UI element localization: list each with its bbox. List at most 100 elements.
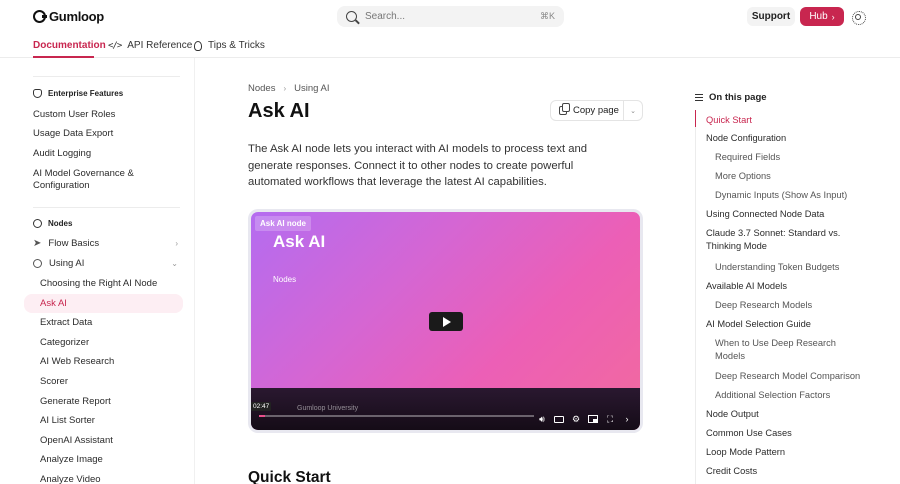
sidebar-item-audit-logging[interactable]: Audit Logging	[33, 148, 173, 160]
lightbulb-icon	[194, 40, 202, 51]
toc-item[interactable]: Understanding Token Budgets	[715, 261, 865, 274]
breadcrumb-item[interactable]: Nodes	[248, 83, 275, 94]
chevron-down-icon: ⌄	[171, 259, 178, 268]
list-icon	[695, 94, 703, 101]
video-subtitle: Nodes	[273, 275, 297, 284]
video-tag: Ask AI node	[255, 216, 311, 231]
search-placeholder: Search...	[365, 11, 406, 22]
toc-item[interactable]: Claude 3.7 Sonnet: Standard vs. Thinking…	[706, 227, 866, 253]
code-icon: </>	[108, 40, 122, 51]
sidebar-item-ask-ai[interactable]: Ask AI	[40, 298, 67, 309]
sidebar-divider	[33, 207, 180, 208]
sun-icon	[851, 10, 866, 25]
volume-icon[interactable]: 🔊︎	[537, 414, 547, 424]
group-heading: Enterprise Features	[48, 89, 124, 98]
tab-api-reference[interactable]: </> API Reference	[108, 40, 192, 51]
shield-icon	[33, 89, 42, 98]
sidebar-item-analyze-image[interactable]: Analyze Image	[40, 454, 103, 465]
section-heading-quick-start: Quick Start	[248, 469, 331, 484]
copy-page-dropdown[interactable]: ⌄	[624, 107, 642, 115]
theme-toggle[interactable]	[849, 8, 866, 25]
gumloop-logo-icon	[33, 10, 47, 23]
support-button[interactable]: Support	[747, 7, 795, 26]
video-player[interactable]: Ask AI node Ask AI Nodes Gumloop Univers…	[248, 209, 643, 433]
settings-gear-icon[interactable]: ⚙	[571, 414, 581, 424]
tab-label: API Reference	[127, 40, 193, 51]
toc-item[interactable]: Dynamic Inputs (Show As Input)	[715, 189, 865, 202]
logo[interactable]: Gumloop	[33, 9, 104, 24]
video-progress-track[interactable]	[259, 415, 534, 417]
group-heading: Nodes	[48, 219, 73, 228]
page-title: Ask AI	[248, 100, 310, 122]
video-time: 02:47	[251, 402, 272, 411]
toc-rail	[695, 110, 696, 484]
sidebar-item-extract-data[interactable]: Extract Data	[40, 317, 92, 328]
breadcrumb: Nodes › Using AI	[248, 83, 330, 94]
video-title: Ask AI	[273, 232, 326, 251]
toc-item[interactable]: AI Model Selection Guide	[706, 318, 866, 331]
toc-heading-label: On this page	[709, 92, 767, 103]
tab-label: Documentation	[33, 40, 106, 51]
toc-item[interactable]: Common Use Cases	[706, 427, 866, 440]
ai-icon	[33, 259, 42, 268]
chevron-right-icon[interactable]: ›	[622, 414, 632, 424]
toc-item[interactable]: Credit Costs	[706, 465, 866, 478]
logo-text: Gumloop	[49, 9, 104, 24]
toc-item[interactable]: Using Connected Node Data	[706, 208, 866, 221]
search-icon	[346, 11, 357, 22]
hub-button[interactable]: Hub ›	[800, 7, 844, 26]
tab-documentation[interactable]: Documentation	[33, 40, 106, 51]
breadcrumb-item[interactable]: Using AI	[294, 83, 329, 94]
toc-item[interactable]: Deep Research Models	[715, 299, 865, 312]
copy-page-button[interactable]: Copy page	[551, 101, 624, 120]
video-control-bar: Gumloop University 02:47 🔊︎ ⚙ ⛶ ›	[251, 388, 640, 430]
toc-item[interactable]: Additional Selection Factors	[715, 389, 865, 402]
sidebar-item-choosing-ai-node[interactable]: Choosing the Right AI Node	[40, 278, 157, 289]
top-bar: Gumloop Search... ⌘K Support Hub ›	[0, 0, 900, 34]
toc-item[interactable]: More Options	[715, 170, 865, 183]
search-shortcut: ⌘K	[539, 11, 555, 21]
sidebar: Enterprise Features Custom User Roles Us…	[0, 58, 195, 484]
video-progress-fill	[259, 415, 265, 417]
toc-item[interactable]: Required Fields	[715, 151, 865, 164]
sidebar-item-usage-data-export[interactable]: Usage Data Export	[33, 128, 173, 140]
toc-item[interactable]: Node Configuration	[706, 132, 866, 145]
picture-in-picture-icon[interactable]	[588, 415, 598, 423]
captions-icon[interactable]	[554, 415, 564, 423]
sidebar-item-analyze-video[interactable]: Analyze Video	[40, 474, 101, 484]
sidebar-item-custom-user-roles[interactable]: Custom User Roles	[33, 109, 173, 121]
send-icon: ➤	[33, 238, 42, 249]
chevron-down-icon: ⌄	[630, 107, 636, 115]
sidebar-item-scorer[interactable]: Scorer	[40, 376, 68, 387]
sidebar-item-generate-report[interactable]: Generate Report	[40, 396, 111, 407]
sidebar-item-categorizer[interactable]: Categorizer	[40, 337, 89, 348]
sidebar-item-label: Flow Basics	[48, 238, 100, 249]
fullscreen-icon[interactable]: ⛶	[605, 414, 615, 424]
sidebar-item-openai-assistant[interactable]: OpenAI Assistant	[40, 435, 113, 446]
intro-paragraph: The Ask AI node lets you interact with A…	[248, 143, 588, 189]
hub-label: Hub	[809, 11, 828, 22]
chevron-right-icon: ›	[175, 239, 178, 248]
video-controls: 🔊︎ ⚙ ⛶ ›	[537, 414, 632, 424]
tab-tips-tricks[interactable]: Tips & Tricks	[194, 40, 265, 51]
toc-item[interactable]: Quick Start	[706, 114, 866, 127]
sidebar-item-flow-basics[interactable]: ➤ Flow Basics ›	[33, 238, 178, 249]
sidebar-item-label: Using AI	[49, 258, 85, 269]
chevron-right-icon: ›	[283, 84, 287, 93]
play-button[interactable]	[429, 312, 463, 331]
top-tabs: Documentation </> API Reference Tips & T…	[0, 34, 900, 58]
copy-page-label: Copy page	[573, 105, 619, 116]
sidebar-item-ai-web-research[interactable]: AI Web Research	[40, 356, 114, 367]
sidebar-group-nodes: Nodes	[33, 219, 72, 228]
sidebar-item-ai-list-sorter[interactable]: AI List Sorter	[40, 415, 95, 426]
video-brand: Gumloop University	[297, 405, 359, 412]
toc-item[interactable]: Node Output	[706, 408, 866, 421]
toc-item[interactable]: When to Use Deep Research Models	[715, 337, 865, 363]
toc-item[interactable]: Deep Research Model Comparison	[715, 370, 865, 383]
toc-item[interactable]: Loop Mode Pattern	[706, 446, 866, 459]
sidebar-item-using-ai[interactable]: Using AI ⌄	[33, 258, 178, 269]
search-input[interactable]: Search... ⌘K	[337, 6, 564, 27]
sidebar-item-ai-model-governance[interactable]: AI Model Governance & Configuration	[33, 168, 173, 192]
toc-item[interactable]: Available AI Models	[706, 280, 866, 293]
toc-heading: On this page	[695, 92, 767, 103]
